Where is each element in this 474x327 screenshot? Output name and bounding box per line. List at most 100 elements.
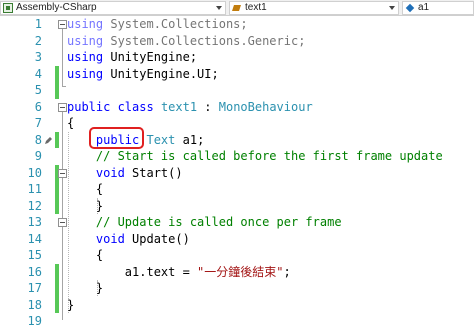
code-line[interactable]: 17 } (0, 280, 474, 297)
code-text: using UnityEngine.UI; (67, 66, 219, 83)
class-icon (232, 3, 242, 13)
line-number: 5 (34, 83, 42, 97)
code-text: { (67, 247, 103, 264)
code-line[interactable]: 13 // Update is called once per frame (0, 214, 474, 231)
code-token: Text (146, 132, 176, 147)
code-token: using (67, 66, 111, 81)
navigation-bar: Assembly-CSharp text1 a1 (0, 0, 474, 16)
code-text: } (67, 198, 103, 215)
code-token: { (67, 182, 104, 196)
code-text: void Start() (67, 165, 183, 182)
code-line[interactable]: 4 using UnityEngine.UI; (0, 66, 474, 83)
code-token: using (67, 17, 111, 31)
code-token: Update() (132, 231, 190, 246)
code-line[interactable]: 5 (0, 82, 474, 99)
line-number: 19 (27, 314, 42, 327)
line-number: 8 (34, 132, 42, 147)
code-line[interactable]: 2 using System.Collections.Generic; (0, 33, 474, 50)
code-token: { (67, 248, 104, 262)
member-dropdown[interactable]: a1 (402, 1, 474, 15)
line-number: 11 (27, 182, 42, 196)
line-number: 10 (27, 165, 42, 180)
code-token: class (117, 99, 161, 114)
code-token: void (95, 231, 133, 246)
code-token: System.Collections.Generic; (110, 33, 306, 48)
code-token: text1 (160, 99, 198, 114)
code-text: using System.Collections; (67, 16, 248, 33)
code-token: using (67, 50, 111, 64)
code-line[interactable]: 18} (0, 297, 474, 314)
code-token: UnityEngine.UI; (110, 66, 219, 81)
project-dropdown[interactable]: Assembly-CSharp (0, 1, 226, 15)
code-text: { (67, 181, 103, 198)
code-token: UnityEngine; (110, 50, 198, 64)
code-text: // Update is called once per frame (67, 214, 342, 231)
code-token: public (67, 99, 118, 114)
code-token: using (67, 33, 111, 48)
code-text: // Start is called before the first fram… (67, 148, 443, 165)
code-token: Start() (132, 165, 183, 180)
highlight-box (89, 127, 144, 149)
code-line[interactable]: 7{ (0, 115, 474, 132)
code-token: MonoBehaviour (218, 99, 313, 114)
line-number: 15 (27, 248, 42, 262)
code-line[interactable]: 1 using System.Collections; (0, 16, 474, 33)
code-text: void Update() (67, 231, 190, 248)
code-token: } (67, 297, 75, 312)
line-number: 17 (27, 281, 42, 295)
class-dropdown-label: text1 (245, 2, 267, 13)
chevron-down-icon (389, 6, 395, 10)
code-line[interactable]: 9 // Start is called before the first fr… (0, 148, 474, 165)
code-line[interactable]: 14 void Update() (0, 231, 474, 248)
code-token: { (67, 116, 75, 130)
code-text: } (67, 280, 103, 297)
code-token: } (67, 198, 104, 213)
code-line[interactable]: 10 void Start() (0, 165, 474, 182)
code-token: // Update is called once per frame (95, 215, 342, 229)
line-number: 4 (34, 66, 42, 81)
line-number: 13 (27, 215, 42, 229)
code-line[interactable]: 6 public class text1 : MonoBehaviour (0, 99, 474, 116)
code-text: { (67, 115, 74, 132)
code-text: public class text1 : MonoBehaviour (67, 99, 313, 116)
code-token: a1.text = (67, 264, 198, 279)
code-line[interactable]: 11 { (0, 181, 474, 198)
line-number: 16 (27, 264, 42, 279)
code-text: using System.Collections.Generic; (67, 33, 305, 50)
code-text: a1.text = "一分鐘後結束"; (67, 264, 291, 281)
code-line[interactable]: 8 public Text a1; (0, 132, 474, 149)
line-number: 2 (34, 33, 42, 48)
csharp-project-icon (3, 3, 13, 13)
field-icon (405, 3, 415, 13)
line-number: 1 (34, 17, 42, 31)
line-number: 18 (27, 297, 42, 312)
chevron-down-icon (216, 6, 222, 10)
code-line[interactable]: 3 using UnityEngine; (0, 49, 474, 66)
code-token: // Start is called before the first fram… (95, 149, 443, 163)
line-number: 7 (34, 116, 42, 130)
line-number: 3 (34, 50, 42, 64)
code-token: void (95, 165, 133, 180)
line-number: 6 (34, 99, 42, 114)
code-token: a1; (175, 132, 205, 147)
code-line[interactable]: 15 { (0, 247, 474, 264)
code-editor[interactable]: 1 using System.Collections; 2 using System.… (0, 16, 474, 327)
member-dropdown-label: a1 (418, 2, 430, 13)
code-line[interactable]: 12 } (0, 198, 474, 215)
project-dropdown-label: Assembly-CSharp (16, 2, 97, 13)
line-number: 9 (34, 149, 42, 163)
code-token: } (67, 281, 104, 295)
class-dropdown[interactable]: text1 (229, 1, 399, 15)
code-token: "一分鐘後結束" (197, 264, 284, 279)
code-text: } (67, 297, 74, 314)
code-token: : (197, 99, 219, 114)
code-token: ; (283, 264, 291, 279)
code-line[interactable]: 16 a1.text = "一分鐘後結束"; (0, 264, 474, 281)
code-line[interactable]: 19 (0, 313, 474, 327)
code-token: System.Collections; (110, 17, 248, 31)
code-text: using UnityEngine; (67, 49, 197, 66)
